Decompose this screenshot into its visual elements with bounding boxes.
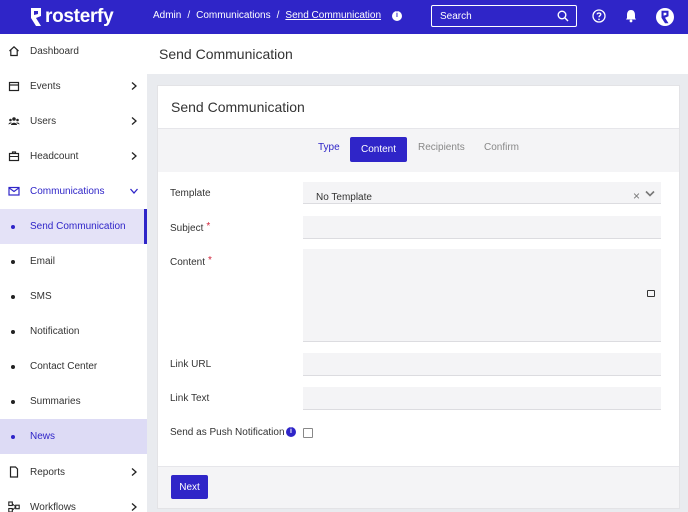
sidebar-item-reports[interactable]: Reports [0,455,147,490]
bullet [11,295,15,299]
breadcrumb-separator: / [187,10,191,21]
sidebar-subitem-label: Contact Center [30,361,98,372]
sidebar-subitem-news[interactable]: News [0,419,147,454]
info-icon[interactable]: i [286,427,296,437]
sidebar-subitem-notification[interactable]: Notification [0,314,147,349]
bullet [11,260,15,264]
content-label: Content * [170,255,212,268]
tab-type[interactable]: Type [318,142,340,153]
sidebar-subitem-send-communication[interactable]: Send Communication [0,209,147,244]
users-icon [8,115,20,127]
breadcrumb-admin[interactable]: Admin [153,10,181,21]
sidebar-item-label: Headcount [30,151,79,162]
brand-name: rosterfy [45,6,114,27]
required-mark: * [208,255,212,266]
mail-icon [8,185,20,197]
workflow-icon [8,501,20,512]
document-icon [8,466,20,478]
card-footer [158,467,679,508]
sidebar-item-label: Events [30,81,61,92]
bell-icon[interactable] [625,9,637,26]
chevron-down-icon[interactable] [645,190,655,201]
chevron-right-icon [129,151,139,161]
sidebar-subitem-summaries[interactable]: Summaries [0,384,147,419]
tab-confirm[interactable]: Confirm [484,142,519,153]
sidebar-subitem-label: Send Communication [30,221,126,232]
push-notification-checkbox[interactable] [303,428,313,438]
search-placeholder: Search [440,10,472,22]
bullet [11,330,15,334]
sidebar-item-label: Communications [30,186,105,197]
sidebar-subitem-label: Email [30,256,56,267]
active-indicator [144,209,147,244]
sidebar-subitem-label: News [30,431,56,442]
chevron-right-icon [129,116,139,126]
step-tabs: Type Content Recipients Confirm [158,129,679,172]
required-mark: * [206,221,211,232]
page-header: Send Communication [147,34,688,74]
sidebar-item-events[interactable]: Events [0,69,147,104]
card-title: Send Communication [171,99,305,115]
subject-input[interactable] [303,216,661,239]
template-select[interactable]: No Template × [303,182,661,204]
sidebar-item-label: Dashboard [30,46,79,57]
chevron-right-icon [129,467,139,477]
bullet [11,365,15,369]
content-label-text: Content [170,257,206,268]
subject-label-text: Subject [170,223,204,234]
sidebar: Dashboard Events Users Headcount Communi… [0,34,147,512]
sidebar-subitem-label: Notification [30,326,80,337]
link-url-input[interactable] [303,353,661,376]
avatar[interactable] [656,8,674,26]
content-editor[interactable] [303,249,661,342]
link-text-input[interactable] [303,387,661,410]
home-icon [8,45,20,57]
sidebar-item-workflows[interactable]: Workflows [0,490,147,512]
link-url-label: Link URL [170,359,212,370]
breadcrumb: Admin / Communications / Send Communicat… [153,10,403,21]
search-input[interactable]: Search [431,5,577,27]
top-bar: rosterfy Admin / Communications / Send C… [0,0,688,34]
chevron-down-icon [129,186,139,196]
resize-icon[interactable] [647,290,655,297]
push-notification-label: Send as Push Notification [170,427,285,438]
bullet [11,435,15,439]
sidebar-item-headcount[interactable]: Headcount [0,139,147,174]
bullet [11,400,15,404]
chevron-right-icon [129,81,139,91]
search-icon[interactable] [557,10,569,25]
sidebar-item-label: Users [30,116,57,127]
sidebar-item-label: Workflows [30,502,76,512]
page-title: Send Communication [159,46,293,62]
breadcrumb-current[interactable]: Send Communication [285,10,381,21]
sidebar-item-label: Reports [30,467,66,478]
sidebar-subitem-email[interactable]: Email [0,244,147,279]
help-icon[interactable] [592,9,606,26]
send-communication-card: Send Communication Type Content Recipien… [157,85,680,509]
template-value: No Template [316,192,372,203]
sidebar-item-users[interactable]: Users [0,104,147,139]
clear-icon[interactable]: × [633,189,640,203]
chevron-right-icon [129,502,139,512]
sidebar-subitem-label: SMS [30,291,52,302]
tab-recipients[interactable]: Recipients [418,142,465,153]
breadcrumb-separator: / [276,10,280,21]
calendar-icon [8,80,20,92]
bullet [11,225,15,229]
logo-mark-icon [30,7,42,27]
brand-logo[interactable]: rosterfy [30,5,114,29]
breadcrumb-communications[interactable]: Communications [196,10,270,21]
tab-content[interactable]: Content [350,137,407,162]
link-text-label: Link Text [170,393,210,404]
info-icon[interactable]: i [392,10,403,21]
template-label: Template [170,188,211,199]
sidebar-subitem-contact-center[interactable]: Contact Center [0,349,147,384]
briefcase-icon [8,150,20,162]
sidebar-subitem-label: Summaries [30,396,81,407]
sidebar-item-communications[interactable]: Communications [0,174,147,209]
subject-label: Subject * [170,221,210,234]
next-button[interactable]: Next [171,475,208,499]
sidebar-item-dashboard[interactable]: Dashboard [0,34,147,69]
sidebar-subitem-sms[interactable]: SMS [0,279,147,314]
